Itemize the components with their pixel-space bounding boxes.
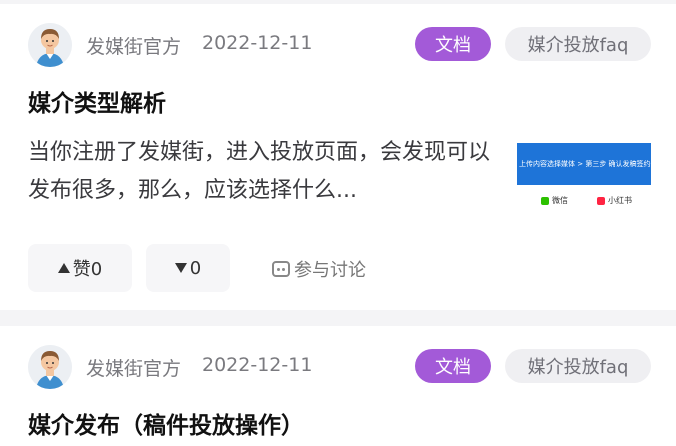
discuss-button[interactable]: 参与讨论 [272, 256, 366, 282]
tag-type-badge[interactable]: 文档 [415, 349, 491, 383]
thumbnail-xiaohongshu: 小红书 [597, 195, 632, 206]
like-label: 赞0 [72, 259, 103, 280]
post-thumbnail[interactable]: 上传内容选择媒体 > 第三步 确认发稿签约信息 微信 小红书 [517, 143, 651, 219]
post-date: 2022-12-11 [202, 354, 313, 376]
triangle-up-icon [57, 263, 70, 273]
post-date: 2022-12-11 [202, 32, 313, 54]
post-title[interactable]: 媒介发布（稿件投放操作） [28, 406, 304, 440]
avatar[interactable] [28, 23, 72, 67]
post-excerpt[interactable]: 当你注册了发媒街，进入投放页面，会发现可以发布很多，那么，应该选择什么... [28, 134, 498, 210]
post-card[interactable]: 发媒街官方 2022-12-11 文档 媒介投放faq 媒介类型解析 当你注册了… [0, 4, 676, 310]
thumbnail-wechat: 微信 [541, 195, 568, 206]
tag-category-badge[interactable]: 媒介投放faq [505, 349, 651, 383]
xiaohongshu-icon [597, 196, 605, 205]
comment-icon [272, 261, 290, 277]
avatar[interactable] [28, 345, 72, 389]
dislike-label: 0 [189, 257, 202, 279]
dislike-button[interactable]: 0 [146, 244, 230, 292]
tag-type-badge[interactable]: 文档 [415, 27, 491, 61]
discuss-label: 参与讨论 [294, 260, 366, 281]
author-name[interactable]: 发媒街官方 [86, 32, 181, 59]
avatar-icon [28, 345, 72, 389]
thumbnail-banner: 上传内容选择媒体 > 第三步 确认发稿签约信息 [517, 143, 651, 185]
xiaohongshu-label: 小红书 [608, 196, 632, 205]
tag-category-badge[interactable]: 媒介投放faq [505, 27, 651, 61]
wechat-icon [541, 196, 549, 205]
post-title[interactable]: 媒介类型解析 [28, 84, 166, 118]
triangle-down-icon [174, 263, 187, 273]
avatar-icon [28, 23, 72, 67]
post-card[interactable]: 发媒街官方 2022-12-11 文档 媒介投放faq 媒介发布（稿件投放操作） [0, 326, 676, 446]
wechat-label: 微信 [552, 196, 568, 205]
author-name[interactable]: 发媒街官方 [86, 354, 181, 381]
like-button[interactable]: 赞0 [28, 244, 132, 292]
